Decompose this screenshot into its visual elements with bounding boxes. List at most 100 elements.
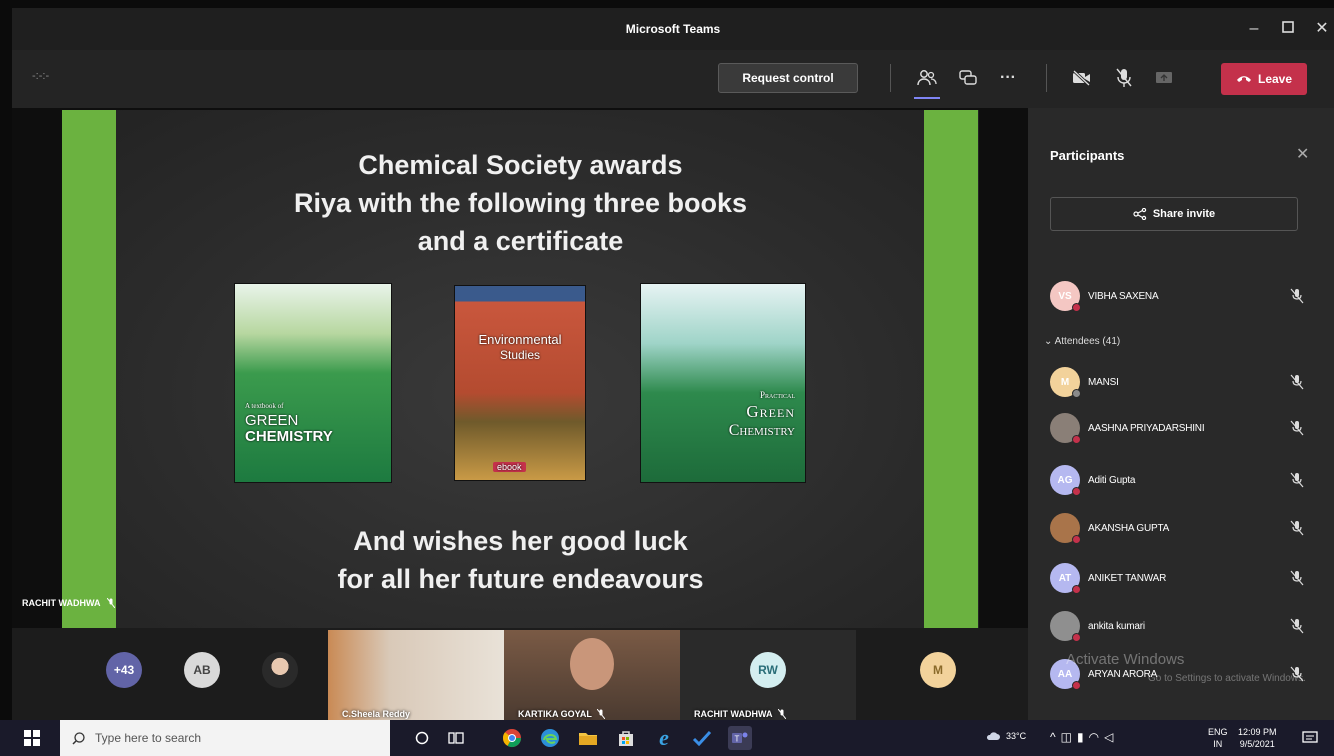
taskbar-chrome[interactable] <box>500 726 524 750</box>
taskbar-internet-explorer[interactable]: e <box>652 725 676 750</box>
share-invite-button[interactable]: Share invite <box>1050 197 1298 231</box>
video-tile-label: KARTIKA GOYAL <box>518 709 605 719</box>
mic-off-icon <box>106 598 115 608</box>
ebook-badge: ebook <box>493 462 526 472</box>
overflow-participants-button[interactable]: +43 <box>106 652 142 688</box>
book-subtitle: A textbook of <box>245 402 284 410</box>
slide-footer-line: And wishes her good luck <box>353 526 688 556</box>
svg-text:T: T <box>735 735 740 744</box>
video-tile-label: C.Sheela Reddy <box>342 709 410 719</box>
status-dot <box>1072 633 1081 642</box>
chevron-up-icon: ^ <box>1050 730 1061 744</box>
start-button[interactable] <box>20 726 44 750</box>
request-control-button[interactable]: Request control <box>718 63 858 93</box>
taskbar-store[interactable] <box>614 726 638 750</box>
participant-avatar[interactable]: AB <box>184 652 220 688</box>
mic-off-icon <box>777 709 786 719</box>
battery-icon: ▮ <box>1076 730 1089 744</box>
participant-name: MANSI <box>1088 376 1119 388</box>
presenter-name: RACHIT WADHWA <box>22 598 101 608</box>
participant-photo-avatar[interactable] <box>262 652 298 688</box>
book-title: Green <box>746 402 795 421</box>
book-title: Chemistry <box>728 422 795 439</box>
avatar <box>1050 513 1081 544</box>
window-title: Microsoft Teams <box>625 22 721 36</box>
people-icon <box>917 70 937 86</box>
panel-title: Participants <box>1050 148 1125 163</box>
avatar <box>1050 413 1081 444</box>
clock[interactable]: 12:09 PM 9/5/2021 <box>1238 726 1277 750</box>
book-cover-environmental-studies: Environmental Studies ebook <box>454 285 586 481</box>
video-tile[interactable]: KARTIKA GOYAL <box>504 630 680 722</box>
slide-left-stripe <box>62 110 116 628</box>
participants-panel: Participants ✕ Share invite VS VIBHA SAX… <box>1028 108 1334 720</box>
network-icon: ◫ <box>1060 730 1077 744</box>
avatar-initials: AG <box>1057 474 1073 486</box>
video-tile[interactable]: RW RACHIT WADHWA <box>680 630 856 722</box>
close-panel-button[interactable]: ✕ <box>1296 144 1309 164</box>
hang-up-icon <box>1236 76 1251 82</box>
participant-name: VIBHA SAXENA <box>1088 290 1159 302</box>
search-icon <box>72 731 85 745</box>
participants-toggle[interactable] <box>911 62 943 94</box>
leave-label: Leave <box>1257 72 1293 86</box>
attendees-section-header[interactable]: ⌄ Attendees (41) <box>1044 336 1120 347</box>
taskbar-edge[interactable] <box>538 726 562 750</box>
avatar-initials: AA <box>1057 668 1073 680</box>
store-icon <box>619 731 633 746</box>
participant-row[interactable]: M MANSI <box>1050 364 1320 400</box>
taskbar-teams[interactable]: T <box>728 726 752 750</box>
participant-face <box>570 638 614 690</box>
edge-icon <box>541 729 559 747</box>
participant-row[interactable]: ankita kumari <box>1050 608 1320 644</box>
toolbar-divider <box>890 64 891 92</box>
notifications-button[interactable] <box>1298 726 1322 750</box>
avatar: VS <box>1050 281 1081 312</box>
maximize-button[interactable] <box>1274 16 1302 42</box>
weather-widget[interactable]: 33°C <box>986 731 1026 741</box>
search-placeholder: Type here to search <box>95 731 202 745</box>
book-title: GREEN <box>245 412 299 429</box>
input-language[interactable]: ENG IN <box>1208 726 1228 750</box>
leave-button[interactable]: Leave <box>1221 63 1307 95</box>
taskbar-todo[interactable] <box>690 726 714 750</box>
close-window-button[interactable]: ✕ <box>1310 16 1334 42</box>
camera-off-icon <box>1072 70 1091 86</box>
avatar <box>1050 611 1081 642</box>
status-dot <box>1072 487 1081 496</box>
taskbar-search[interactable]: Type here to search <box>60 720 390 756</box>
mic-off-icon <box>1290 374 1304 390</box>
participant-row[interactable]: AG Aditi Gupta <box>1050 462 1320 498</box>
chrome-icon <box>502 729 521 748</box>
minimize-button[interactable]: – <box>1240 16 1268 42</box>
participant-row[interactable]: AASHNA PRIYADARSHINI <box>1050 410 1320 446</box>
cloud-icon <box>986 732 1000 740</box>
mic-off-icon <box>1290 420 1304 436</box>
camera-toggle[interactable] <box>1066 62 1098 94</box>
more-actions-button[interactable]: ··· <box>992 62 1024 94</box>
video-gallery-strip: +43 AB C.Sheela Reddy KARTIKA GOYAL RW R… <box>12 628 1028 722</box>
toolbar-divider <box>1046 64 1047 92</box>
mic-toggle[interactable] <box>1108 62 1140 94</box>
status-dot <box>1072 303 1081 312</box>
slide-title-line: and a certificate <box>417 226 624 256</box>
system-tray-icons[interactable]: ^◫▮◠◁ <box>1050 730 1118 744</box>
chat-toggle[interactable] <box>952 62 984 94</box>
volume-icon: ◁ <box>1104 730 1119 744</box>
active-tab-indicator <box>914 97 940 99</box>
activate-windows-subtext: Go to Settings to activate Windows. <box>1148 673 1306 684</box>
video-tile[interactable]: C.Sheela Reddy <box>328 630 504 722</box>
chat-icon <box>959 70 977 85</box>
participant-row[interactable]: VS VIBHA SAXENA <box>1050 278 1320 314</box>
share-invite-label: Share invite <box>1152 208 1216 220</box>
internet-explorer-icon: e <box>659 725 669 750</box>
participant-row[interactable]: AT ANIKET TANWAR <box>1050 560 1320 596</box>
participant-row[interactable]: AKANSHA GUPTA <box>1050 510 1320 546</box>
taskbar-file-explorer[interactable] <box>576 726 600 750</box>
share-tray-button[interactable] <box>1148 62 1180 94</box>
windows-logo-icon <box>24 730 40 746</box>
participant-avatar[interactable]: M <box>920 652 956 688</box>
cortana-button[interactable] <box>410 726 434 750</box>
task-view-button[interactable] <box>444 726 468 750</box>
task-view-icon <box>448 732 464 744</box>
